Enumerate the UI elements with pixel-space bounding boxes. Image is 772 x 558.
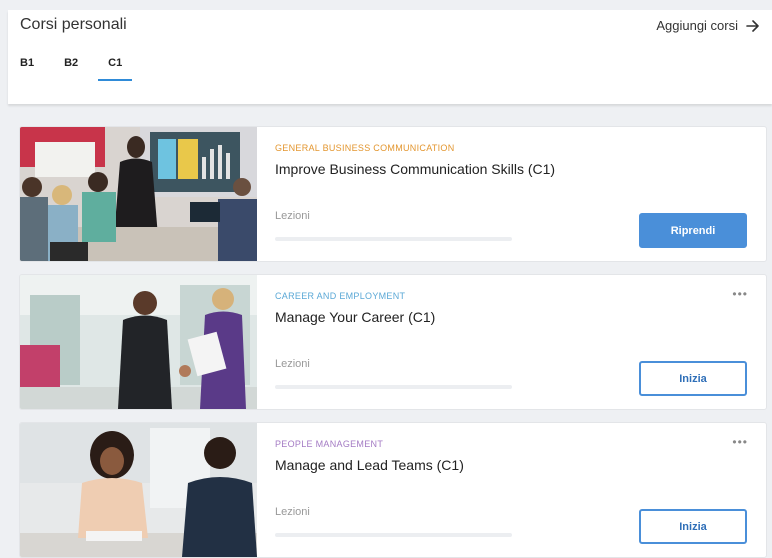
tab-b2[interactable]: B2 xyxy=(64,54,78,75)
progress-bar xyxy=(275,237,512,241)
lessons-label: Lezioni xyxy=(275,210,310,222)
page-header: Corsi personali Aggiungi corsi B1 B2 C1 xyxy=(8,10,772,104)
course-thumbnail xyxy=(20,275,257,409)
lessons-label: Lezioni xyxy=(275,358,310,370)
course-category: GENERAL BUSINESS COMMUNICATION xyxy=(275,143,455,153)
progress-bar xyxy=(275,533,512,537)
tab-c1[interactable]: C1 xyxy=(98,54,133,81)
course-title[interactable]: Manage Your Career (C1) xyxy=(275,309,435,325)
add-courses-label: Aggiungi corsi xyxy=(656,18,738,33)
start-button[interactable]: Inizia xyxy=(639,361,747,396)
course-title[interactable]: Manage and Lead Teams (C1) xyxy=(275,457,464,473)
page-title: Corsi personali xyxy=(20,16,127,33)
arrow-right-icon xyxy=(746,19,760,32)
course-category: PEOPLE MANAGEMENT xyxy=(275,439,384,449)
more-options-button[interactable]: ••• xyxy=(732,287,748,301)
course-thumbnail xyxy=(20,127,257,261)
course-card[interactable]: ••• CAREER AND EMPLOYMENT Manage Your Ca… xyxy=(19,274,767,410)
progress-bar xyxy=(275,385,512,389)
lessons-label: Lezioni xyxy=(275,506,310,518)
course-title[interactable]: Improve Business Communication Skills (C… xyxy=(275,161,555,177)
tab-b1[interactable]: B1 xyxy=(20,54,34,75)
course-thumbnail xyxy=(20,423,257,557)
level-tabs: B1 B2 C1 xyxy=(20,54,152,81)
course-card[interactable]: GENERAL BUSINESS COMMUNICATION Improve B… xyxy=(19,126,767,262)
more-options-button[interactable]: ••• xyxy=(732,435,748,449)
resume-button[interactable]: Riprendi xyxy=(639,213,747,248)
course-category: CAREER AND EMPLOYMENT xyxy=(275,291,406,301)
start-button[interactable]: Inizia xyxy=(639,509,747,544)
course-card[interactable]: ••• PEOPLE MANAGEMENT Manage and Lead Te… xyxy=(19,422,767,558)
add-courses-link[interactable]: Aggiungi corsi xyxy=(656,18,760,33)
